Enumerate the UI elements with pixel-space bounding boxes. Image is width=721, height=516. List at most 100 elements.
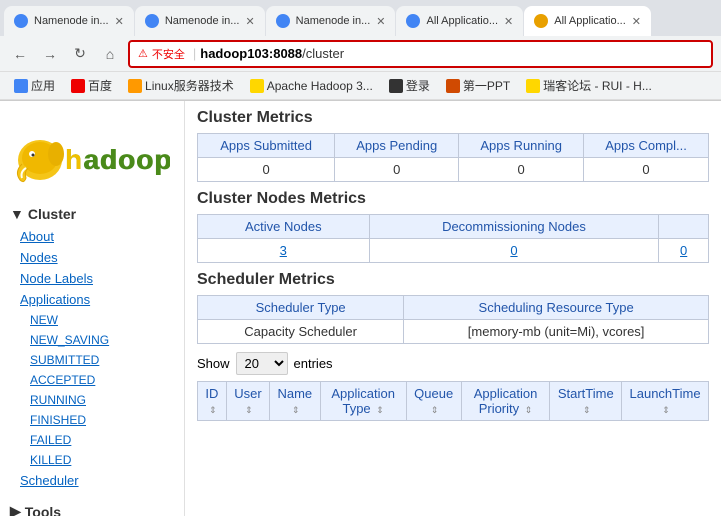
tab-favicon-2 [145,14,159,28]
tools-section: ▶ Tools [0,495,184,516]
sort-name: ⇕ [292,405,300,416]
cn-val-decommissioned[interactable]: 0 [659,239,709,263]
app-failed-link[interactable]: FAILED [0,430,184,450]
scheduler-link[interactable]: Scheduler [0,470,184,491]
sm-header-resource: Scheduling Resource Type [404,296,709,320]
bookmark-ppt-icon [446,79,460,93]
svg-text:h: h [65,144,83,175]
sort-starttime: ⇕ [583,405,591,416]
show-label: Show [197,356,230,371]
scheduler-metrics-table: Scheduler Type Scheduling Resource Type … [197,295,709,344]
app-accepted-link[interactable]: ACCEPTED [0,370,184,390]
bookmark-linux[interactable]: Linux服务器技术 [122,75,240,96]
app-header-priority[interactable]: Application Priority ⇕ [461,382,550,421]
app-header-queue[interactable]: Queue ⇕ [406,382,461,421]
node-labels-link[interactable]: Node Labels [0,268,184,289]
show-bar: Show 10 20 25 50 100 entries [197,352,709,375]
cm-val-pending: 0 [335,158,459,182]
app-header-launchtime[interactable]: LaunchTime ⇕ [622,382,709,421]
app-header-id[interactable]: ID ⇕ [198,382,227,421]
tab-5[interactable]: All Applicatio... ✕ [524,6,651,36]
tab-1[interactable]: Namenode in... ✕ [4,6,134,36]
nav-bar: ← → ↻ ⌂ ⚠ 不安全 | hadoop103:8088 /cluster [0,36,721,72]
bookmark-apps[interactable]: 应用 [8,75,61,96]
tools-label: Tools [25,504,61,516]
bookmark-login-icon [389,79,403,93]
app-killed-link[interactable]: KILLED [0,450,184,470]
bookmark-apps-icon [14,79,28,93]
tab-4[interactable]: All Applicatio... ✕ [396,6,523,36]
cluster-nodes-title: Cluster Nodes Metrics [197,190,709,208]
bookmark-rui[interactable]: 瑞客论坛 - RUI - H... [520,75,658,96]
tab-label-2: Namenode in... [165,15,240,27]
cm-header-pending: Apps Pending [335,134,459,158]
cluster-metrics-title: Cluster Metrics [197,109,709,127]
tab-bar: Namenode in... ✕ Namenode in... ✕ Nameno… [0,0,721,36]
reload-button[interactable]: ↻ [68,42,92,66]
cluster-title[interactable]: ▼ Cluster [0,202,184,226]
cm-val-completed: 0 [584,158,709,182]
back-button[interactable]: ← [8,42,32,66]
app-header-type[interactable]: Application Type ⇕ [320,382,406,421]
nodes-link[interactable]: Nodes [0,247,184,268]
app-new-link[interactable]: NEW [0,310,184,330]
tab-close-5[interactable]: ✕ [632,15,641,28]
bookmark-linux-label: Linux服务器技术 [145,77,234,94]
address-bar[interactable]: ⚠ 不安全 | hadoop103:8088 /cluster [128,40,713,68]
tab-2[interactable]: Namenode in... ✕ [135,6,265,36]
bookmark-hadoop-icon [250,79,264,93]
home-button[interactable]: ⌂ [98,42,122,66]
app-running-link[interactable]: RUNNING [0,390,184,410]
tab-favicon-1 [14,14,28,28]
bookmarks-bar: 应用 百度 Linux服务器技术 Apache Hadoop 3... 登录 第… [0,72,721,100]
app-new-saving-link[interactable]: NEW_SAVING [0,330,184,350]
tab-label-5: All Applicatio... [554,15,626,27]
address-path: /cluster [302,46,344,61]
tab-favicon-5 [534,14,548,28]
applications-link[interactable]: Applications [0,289,184,310]
bookmark-apps-label: 应用 [31,77,55,94]
app-header-name[interactable]: Name ⇕ [270,382,321,421]
bookmark-linux-icon [128,79,142,93]
tab-close-2[interactable]: ✕ [245,15,254,28]
app-finished-link[interactable]: FINISHED [0,410,184,430]
bookmark-hadoop[interactable]: Apache Hadoop 3... [244,77,379,95]
about-link[interactable]: About [0,226,184,247]
cm-header-running: Apps Running [459,134,584,158]
sidebar: hadoop h adoop ▼ Cluster About Nodes Nod… [0,101,185,516]
sort-user: ⇕ [245,405,253,416]
main-content: Cluster Metrics Apps Submitted Apps Pend… [185,101,721,516]
tab-label-4: All Applicatio... [426,15,498,27]
lock-icon: ⚠ [138,47,148,60]
tab-close-1[interactable]: ✕ [115,15,124,28]
entries-label: entries [294,356,333,371]
app-submitted-link[interactable]: SUBMITTED [0,350,184,370]
svg-text:adoop: adoop [84,144,170,175]
tab-close-4[interactable]: ✕ [504,15,513,28]
forward-button[interactable]: → [38,42,62,66]
bookmark-baidu[interactable]: 百度 [65,75,118,96]
browser-chrome: Namenode in... ✕ Namenode in... ✕ Nameno… [0,0,721,101]
cn-header-decommissioned [659,215,709,239]
sort-launchtime: ⇕ [662,405,670,416]
insecure-label: 不安全 [152,46,185,62]
cluster-metrics-table: Apps Submitted Apps Pending Apps Running… [197,133,709,182]
cn-val-decommissioning[interactable]: 0 [369,239,659,263]
bookmark-login[interactable]: 登录 [383,75,436,96]
show-select[interactable]: 10 20 25 50 100 [236,352,288,375]
cn-val-active[interactable]: 3 [198,239,370,263]
tab-label-1: Namenode in... [34,15,109,27]
bookmark-ppt[interactable]: 第一PPT [440,75,516,96]
bookmark-rui-label: 瑞客论坛 - RUI - H... [543,77,652,94]
tab-3[interactable]: Namenode in... ✕ [266,6,396,36]
cluster-arrow: ▼ [10,206,24,222]
tab-close-3[interactable]: ✕ [376,15,385,28]
tab-favicon-3 [276,14,290,28]
cluster-label: Cluster [28,206,76,222]
bookmark-login-label: 登录 [406,77,430,94]
bookmark-hadoop-label: Apache Hadoop 3... [267,79,373,93]
tools-title[interactable]: ▶ Tools [0,499,184,516]
tools-arrow: ▶ [10,503,21,516]
app-header-starttime[interactable]: StartTime ⇕ [550,382,622,421]
app-header-user[interactable]: User ⇕ [226,382,269,421]
